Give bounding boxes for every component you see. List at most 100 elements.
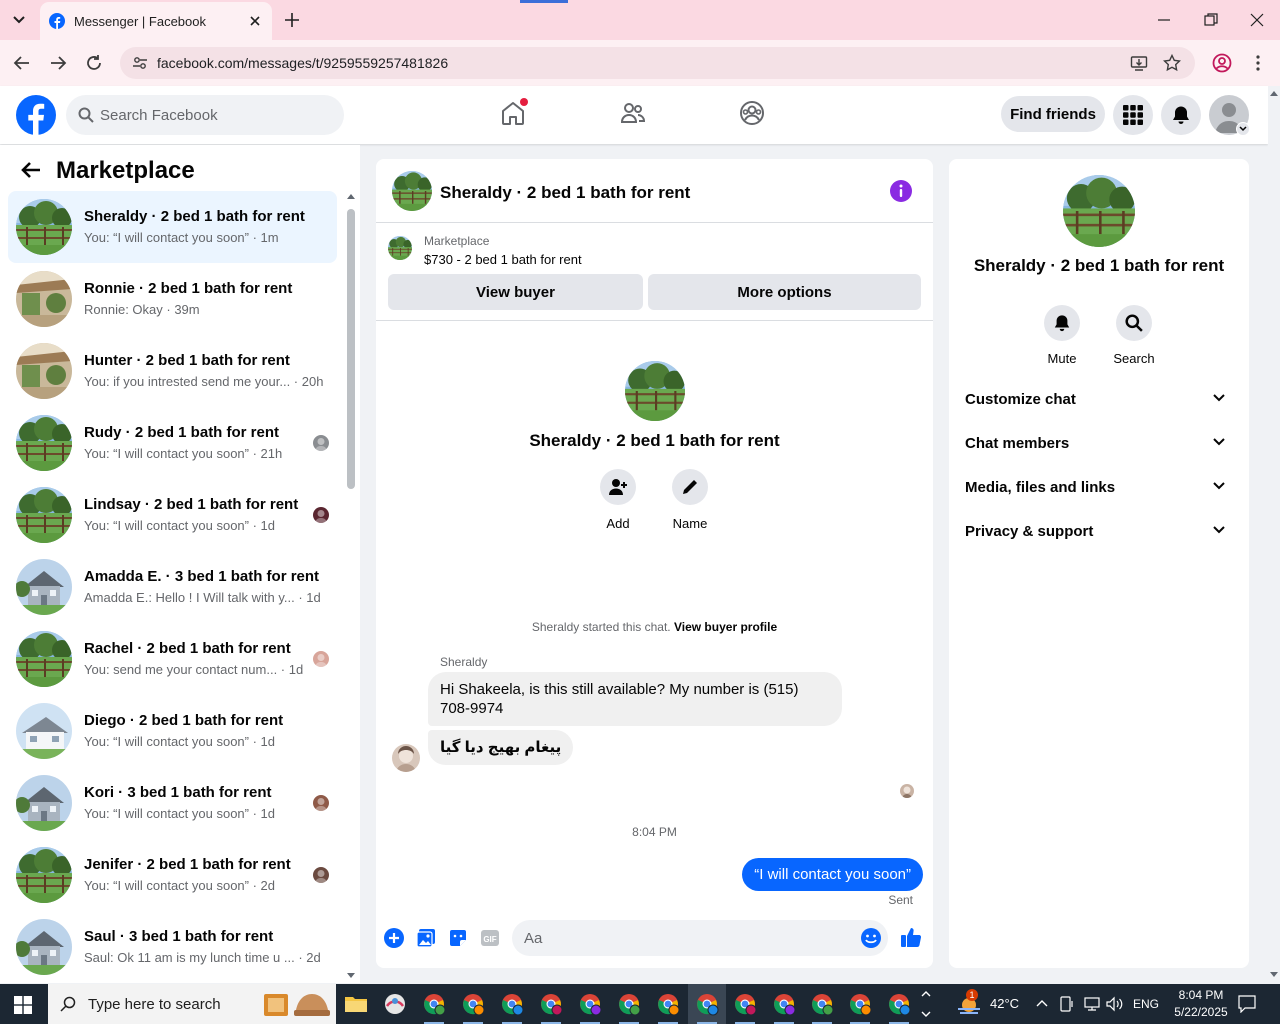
scroll-up-icon[interactable] [1270, 90, 1278, 96]
thumbs-up-icon[interactable] [900, 926, 922, 948]
name-chat-action[interactable]: Name [660, 469, 720, 531]
chrome-window-icon[interactable] [695, 992, 719, 1016]
taskbar-clock-time[interactable]: 8:04 PM [1170, 988, 1232, 1002]
conversation-item[interactable]: Hunter · 2 bed 1 bath for rent You: if yo… [8, 335, 337, 407]
chrome-window-icon[interactable] [810, 992, 834, 1016]
device-icon[interactable] [1060, 996, 1074, 1012]
windows-start-icon[interactable] [14, 996, 32, 1014]
gif-icon[interactable]: GIF [480, 928, 500, 948]
chrome-window-icon[interactable] [617, 992, 641, 1016]
chrome-window-icon[interactable] [500, 992, 524, 1016]
temperature-text[interactable]: 42°C [990, 996, 1019, 1011]
weather-widget[interactable]: 1 [956, 989, 982, 1016]
back-icon[interactable] [13, 54, 31, 72]
page-scrollbar[interactable] [1268, 86, 1280, 983]
view-buyer-button[interactable]: View buyer [388, 274, 643, 310]
close-tab-icon[interactable] [246, 12, 264, 30]
conversation-item[interactable]: Rachel · 2 bed 1 bath for rent You: send … [8, 623, 337, 695]
notifications-button[interactable] [1161, 95, 1201, 135]
notification-center-icon[interactable] [1238, 995, 1256, 1013]
chevron-up-icon[interactable] [1036, 998, 1048, 1008]
add-people-action[interactable]: Add [588, 469, 648, 531]
restore-icon[interactable] [1203, 12, 1219, 28]
minimize-icon[interactable] [1156, 12, 1172, 28]
menu-button[interactable] [1113, 95, 1153, 135]
conversation-item[interactable]: Sheraldy · 2 bed 1 bath for rent You: “I … [8, 191, 337, 263]
chrome-window-icon[interactable] [422, 992, 446, 1016]
conversation-item[interactable]: Rudy · 2 bed 1 bath for rent You: “I will… [8, 407, 337, 479]
find-friends-button[interactable]: Find friends [1001, 96, 1105, 132]
info-icon[interactable] [890, 180, 912, 202]
conversation-item[interactable]: Kori · 3 bed 1 bath for rent You: “I will… [8, 767, 337, 839]
nav-groups[interactable] [739, 100, 765, 126]
conversation-item[interactable]: Diego · 2 bed 1 bath for rent You: “I wil… [8, 695, 337, 767]
tab-search-dropdown[interactable] [6, 8, 32, 32]
info-section-toggle[interactable]: Customize chat [965, 380, 1233, 420]
search-in-chat-action[interactable]: Search [1104, 305, 1164, 366]
taskbar-clock-date[interactable]: 5/22/2025 [1168, 1005, 1234, 1019]
scroll-down-icon[interactable] [347, 973, 355, 979]
sender-avatar[interactable] [392, 744, 420, 772]
site-settings-icon[interactable] [132, 55, 148, 71]
more-options-button[interactable]: More options [648, 274, 921, 310]
language-indicator[interactable]: ENG [1133, 997, 1159, 1011]
sticker-icon[interactable] [448, 928, 468, 948]
facebook-search[interactable] [66, 95, 344, 135]
volume-icon[interactable] [1106, 996, 1124, 1012]
app-icon[interactable] [383, 992, 407, 1016]
info-section-toggle[interactable]: Chat members [965, 424, 1233, 464]
chrome-window-icon[interactable] [772, 992, 796, 1016]
conversation-item[interactable]: Amadda E. · 3 bed 1 bath for rent Amadda … [8, 551, 337, 623]
mute-action[interactable]: Mute [1032, 305, 1092, 366]
photo-icon[interactable] [416, 928, 436, 948]
taskbar-scroll-icon[interactable] [920, 988, 932, 1020]
forward-icon[interactable] [49, 54, 67, 72]
sidebar-scroll-thumb[interactable] [347, 209, 355, 489]
chrome-window-icon[interactable] [656, 992, 680, 1016]
chrome-window-icon[interactable] [848, 992, 872, 1016]
emoji-icon[interactable] [860, 927, 882, 949]
info-avatar[interactable] [1063, 175, 1135, 247]
reload-icon[interactable] [85, 54, 103, 72]
network-icon[interactable] [1083, 996, 1101, 1012]
incoming-message[interactable]: پیغام بھیج دیا گیا [428, 730, 574, 765]
message-input[interactable] [524, 920, 854, 956]
profile-icon[interactable] [1212, 53, 1232, 73]
intro-avatar[interactable] [625, 361, 685, 421]
account-menu-toggle[interactable] [1236, 122, 1250, 136]
conversation-item[interactable]: Ronnie · 2 bed 1 bath for rent Ronnie: Ok… [8, 263, 337, 335]
file-explorer-icon[interactable] [344, 992, 368, 1016]
listing-thumbnail[interactable] [388, 236, 412, 260]
chrome-window-icon[interactable] [733, 992, 757, 1016]
taskbar-search[interactable]: Type here to search [48, 984, 336, 1024]
conversation-item[interactable]: Jenifer · 2 bed 1 bath for rent You: “I w… [8, 839, 337, 911]
outgoing-message[interactable]: “I will contact you soon” [742, 858, 923, 891]
chrome-window-icon[interactable] [578, 992, 602, 1016]
browser-tab[interactable]: Messenger | Facebook [40, 2, 272, 40]
address-bar[interactable]: facebook.com/messages/t/9259559257481826 [120, 47, 1195, 79]
close-window-icon[interactable] [1249, 12, 1265, 28]
incoming-message[interactable]: Hi Shakeela, is this still available? My… [428, 672, 842, 726]
plus-circle-icon[interactable] [384, 928, 404, 948]
scroll-down-icon[interactable] [1270, 972, 1278, 978]
back-arrow-icon[interactable] [21, 161, 41, 179]
nav-friends[interactable] [620, 100, 646, 126]
nav-home[interactable] [500, 98, 528, 126]
bookmark-star-icon[interactable] [1163, 54, 1181, 72]
browser-menu-icon[interactable] [1250, 54, 1266, 72]
view-buyer-profile-link[interactable]: View buyer profile [674, 620, 777, 634]
chrome-window-icon[interactable] [539, 992, 563, 1016]
sidebar-scrollbar[interactable] [346, 193, 356, 983]
chrome-window-icon[interactable] [461, 992, 485, 1016]
scroll-up-icon[interactable] [347, 193, 355, 199]
facebook-search-input[interactable] [100, 95, 336, 135]
info-section-toggle[interactable]: Media, files and links [965, 468, 1233, 508]
listing-title[interactable]: $730 - 2 bed 1 bath for rent [424, 252, 582, 267]
conversation-item[interactable]: Lindsay · 2 bed 1 bath for rent You: “I w… [8, 479, 337, 551]
info-section-toggle[interactable]: Privacy & support [965, 512, 1233, 552]
chat-avatar[interactable] [392, 171, 432, 211]
chat-title[interactable]: Sheraldy · 2 bed 1 bath for rent [440, 183, 690, 203]
message-input-wrapper[interactable] [512, 920, 888, 956]
facebook-logo-icon[interactable] [16, 95, 56, 135]
install-app-icon[interactable] [1130, 54, 1148, 72]
